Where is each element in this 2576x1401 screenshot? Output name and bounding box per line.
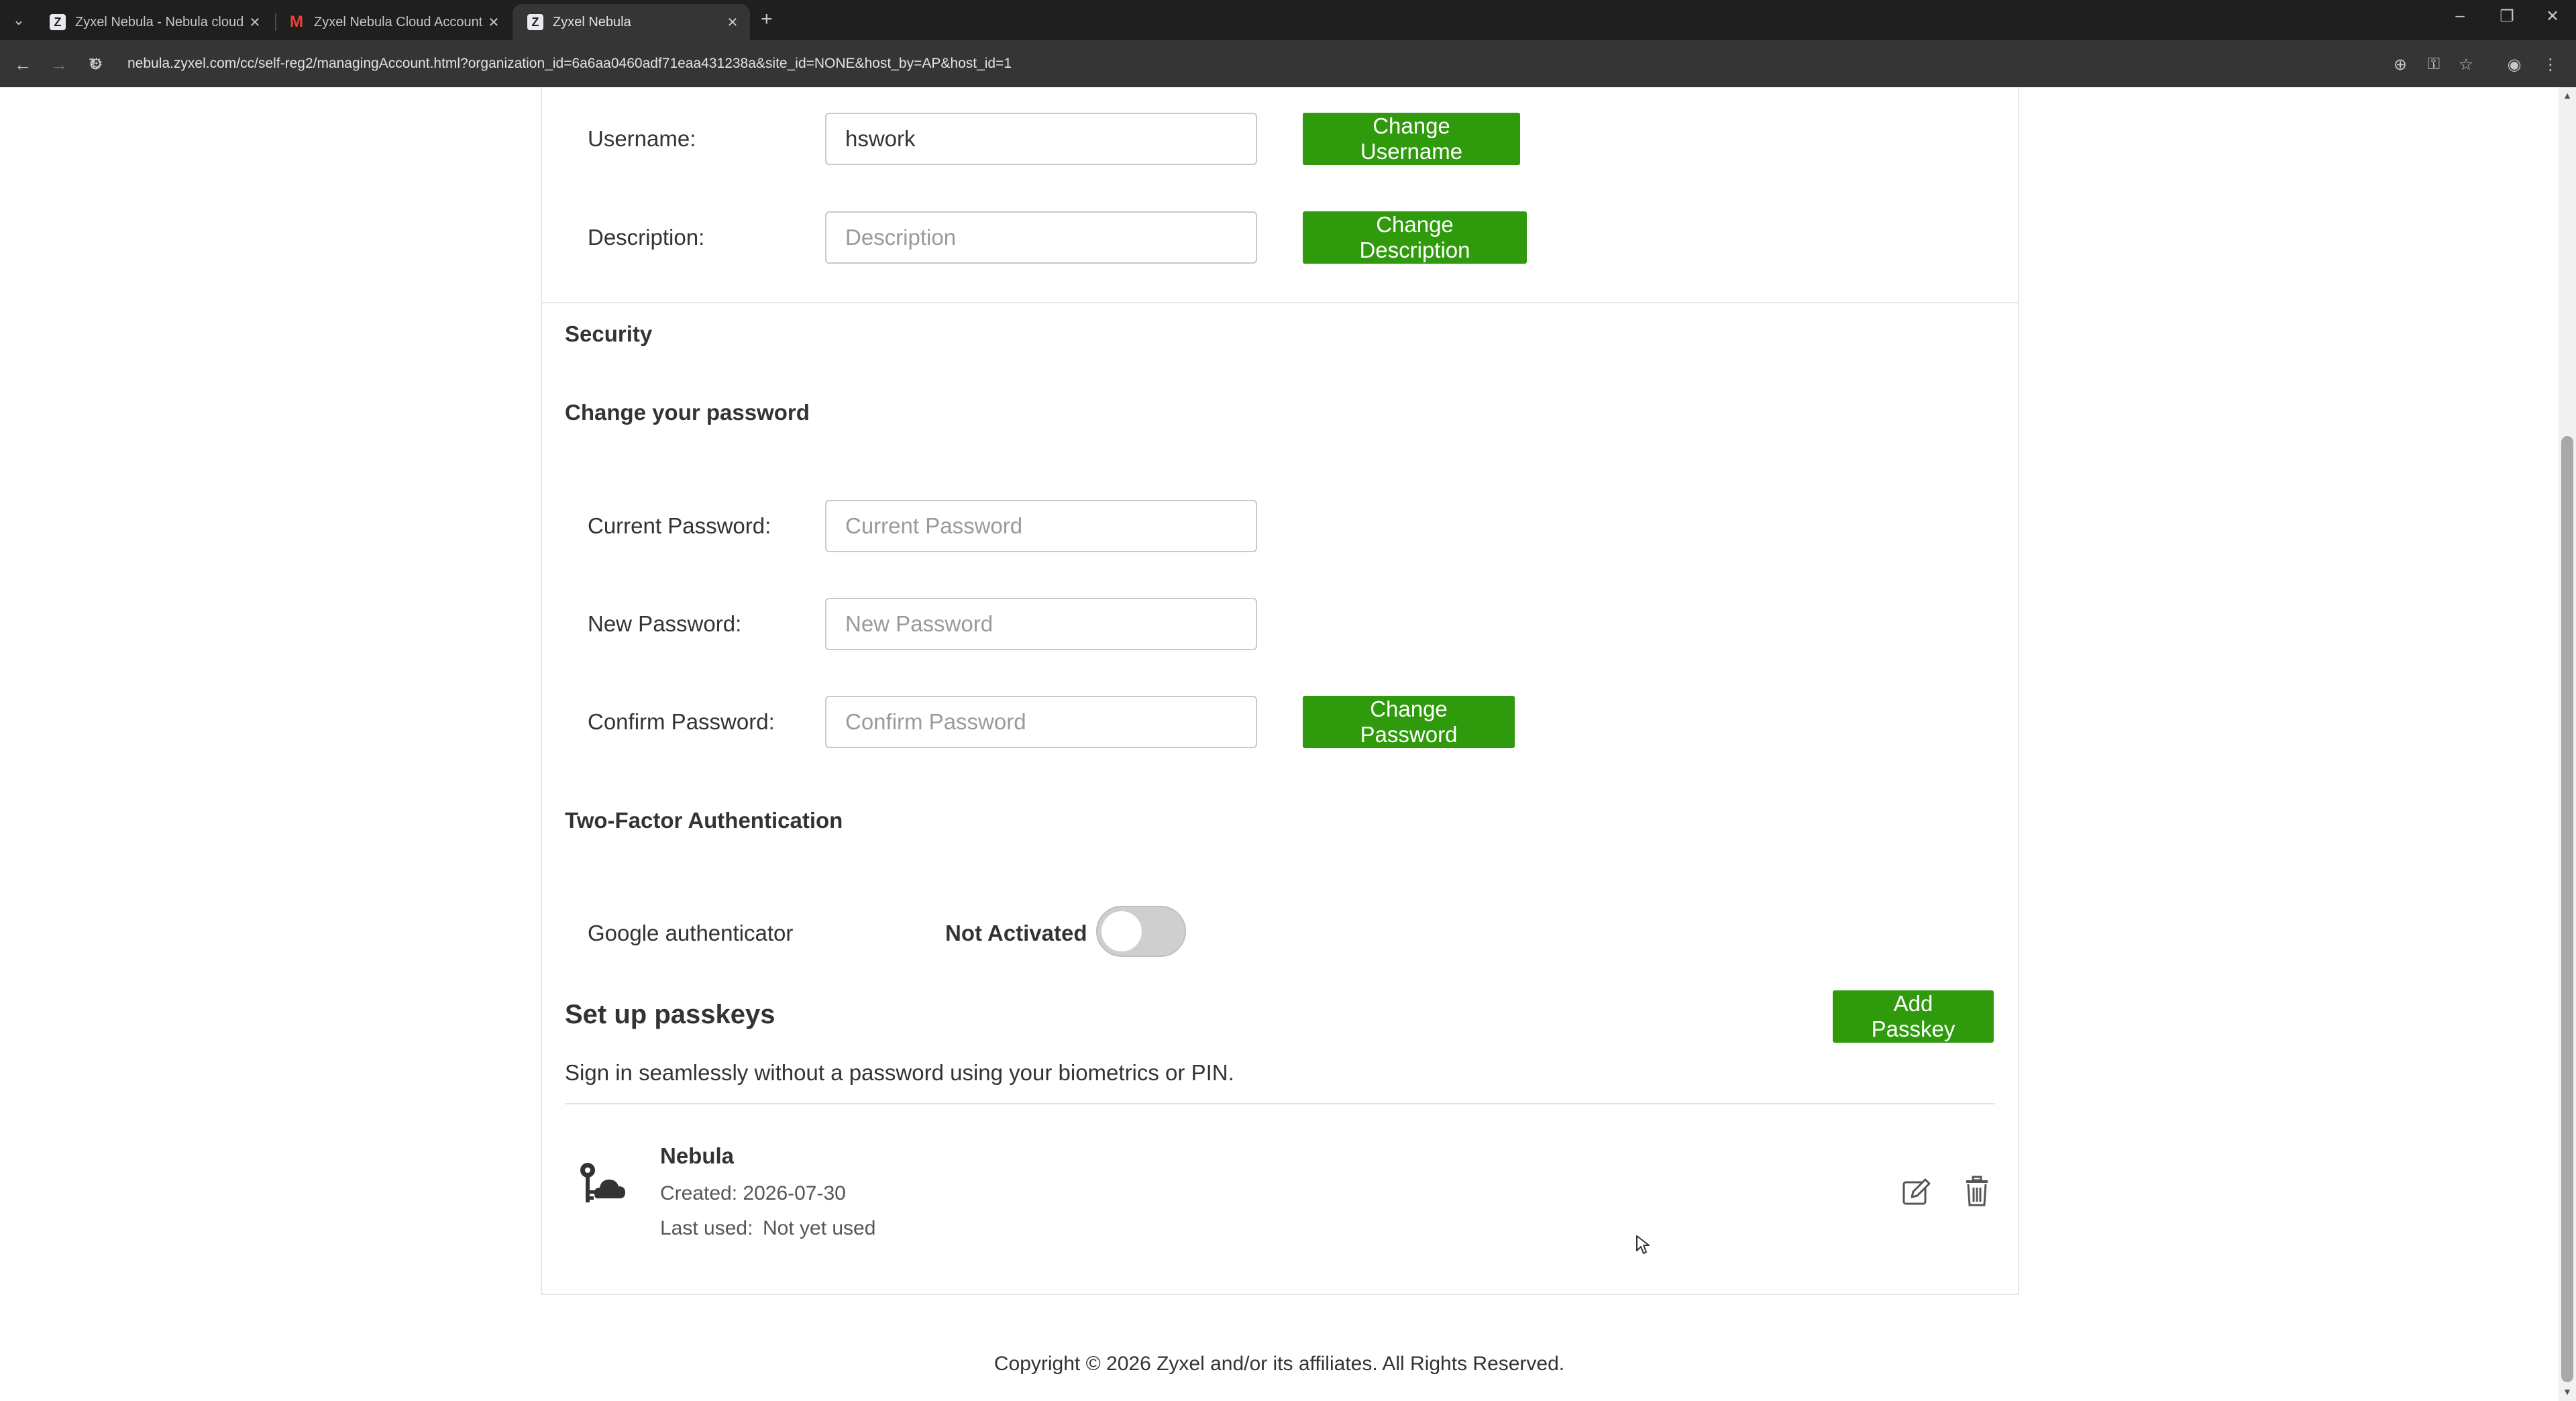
site-info-icon[interactable]: ⚙: [90, 54, 103, 74]
section-divider: [541, 302, 2019, 303]
gmail-favicon-icon: M: [290, 13, 303, 31]
google-authenticator-label: Google authenticator: [588, 921, 794, 945]
minimize-icon[interactable]: –: [2443, 7, 2477, 25]
two-factor-toggle[interactable]: [1096, 906, 1186, 957]
add-passkey-button[interactable]: Add Passkey: [1833, 990, 1994, 1043]
current-password-label: Current Password:: [588, 513, 771, 538]
new-password-label: New Password:: [588, 611, 742, 636]
username-input[interactable]: [825, 113, 1257, 165]
forward-arrow-icon[interactable]: →: [46, 51, 72, 78]
window-close-icon[interactable]: ✕: [2536, 7, 2569, 26]
change-password-heading: Change your password: [565, 400, 810, 425]
scrollbar-thumb[interactable]: [2561, 436, 2573, 1382]
passkey-name: Nebula: [660, 1143, 735, 1168]
tab-close-icon[interactable]: ✕: [486, 14, 502, 31]
toggle-knob: [1102, 911, 1142, 951]
passkey-created: Created: 2026-07-30: [660, 1182, 846, 1204]
zyxel-favicon-icon: Z: [50, 14, 66, 30]
confirm-password-label: Confirm Password:: [588, 709, 775, 734]
trash-icon[interactable]: [1960, 1174, 1994, 1208]
zyxel-favicon-icon: Z: [527, 14, 543, 30]
browser-tab[interactable]: M Zyxel Nebula Cloud Account In ✕: [274, 4, 511, 40]
mouse-cursor-icon: [1636, 1235, 1650, 1254]
browser-tab-active[interactable]: Z Zyxel Nebula ✕: [513, 4, 750, 40]
passkey-last-used-value: Not yet used: [763, 1217, 876, 1239]
profile-icon[interactable]: ◉: [2501, 51, 2528, 78]
tab-close-icon[interactable]: ✕: [247, 14, 263, 31]
bookmark-star-icon[interactable]: ☆: [2453, 51, 2479, 78]
scroll-up-arrow-icon[interactable]: ▲: [2559, 90, 2576, 103]
two-factor-heading: Two-Factor Authentication: [565, 808, 843, 833]
passkey-cloud-key-icon: [580, 1163, 625, 1202]
current-password-input[interactable]: [825, 500, 1257, 552]
new-tab-plus-icon[interactable]: +: [761, 9, 773, 30]
password-key-icon[interactable]: ⚿: [2420, 51, 2447, 78]
username-label: Username:: [588, 126, 696, 151]
address-url: nebula.zyxel.com/cc/self-reg2/managingAc…: [127, 56, 1012, 71]
passkey-last-used-label: Last used:: [660, 1217, 753, 1239]
description-label: Description:: [588, 225, 705, 250]
edit-icon[interactable]: [1900, 1176, 1933, 1209]
passkeys-description: Sign in seamlessly without a password us…: [565, 1060, 1234, 1085]
browser-tab-strip: ⌄ Z Zyxel Nebula - Nebula cloud ar ✕ M Z…: [0, 0, 2576, 40]
tab-close-icon[interactable]: ✕: [724, 14, 741, 31]
tab-search-icon[interactable]: ⌄: [7, 8, 31, 32]
browser-menu-icon[interactable]: ⋮: [2537, 51, 2564, 78]
passkeys-heading: Set up passkeys: [565, 1000, 775, 1029]
browser-tab[interactable]: Z Zyxel Nebula - Nebula cloud ar ✕: [35, 4, 272, 40]
change-username-button[interactable]: Change Username: [1303, 113, 1520, 165]
account-card: [541, 87, 2019, 1295]
tab-title: Zyxel Nebula: [553, 14, 631, 30]
new-password-input[interactable]: [825, 598, 1257, 650]
description-input[interactable]: [825, 211, 1257, 264]
zoom-icon[interactable]: ⊕: [2387, 51, 2414, 78]
tab-title: Zyxel Nebula Cloud Account In: [314, 14, 486, 30]
scroll-down-arrow-icon[interactable]: ▼: [2559, 1386, 2576, 1400]
two-factor-status: Not Activated: [945, 921, 1087, 945]
restore-icon[interactable]: ❐: [2490, 7, 2524, 26]
tab-title: Zyxel Nebula - Nebula cloud ar: [75, 14, 247, 30]
change-password-button[interactable]: Change Password: [1303, 696, 1515, 748]
copyright-footer: Copyright © 2026 Zyxel and/or its affili…: [994, 1353, 1565, 1375]
passkey-list-divider: [565, 1103, 1995, 1104]
address-bar[interactable]: ⚙ nebula.zyxel.com/cc/self-reg2/managing…: [90, 54, 1012, 74]
change-description-button[interactable]: Change Description: [1303, 211, 1527, 264]
confirm-password-input[interactable]: [825, 696, 1257, 748]
security-heading: Security: [565, 321, 653, 346]
back-arrow-icon[interactable]: ←: [9, 51, 36, 78]
